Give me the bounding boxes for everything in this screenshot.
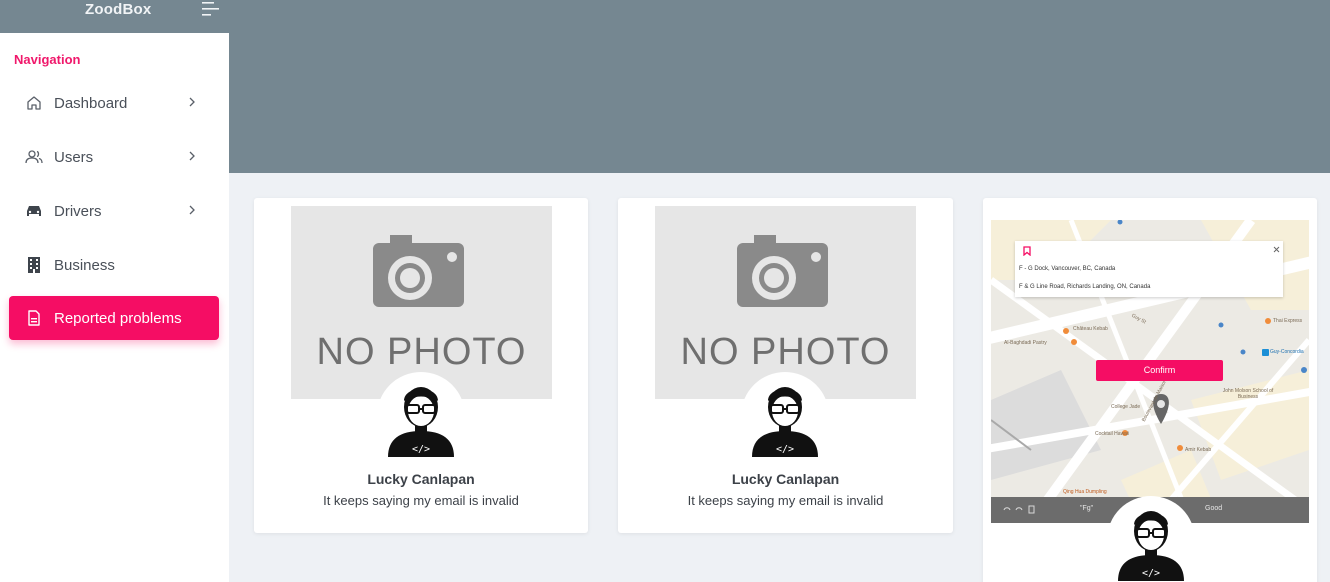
address-from: F - G Dock, Vancouver, BC, Canada (1019, 266, 1116, 272)
svg-text:</>: </> (776, 444, 794, 455)
map-label: Al-Baghdadi Pastry (1004, 340, 1047, 346)
sidebar-item-label: Drivers (54, 202, 102, 220)
sidebar-item-label: Business (54, 256, 115, 274)
camera-icon (373, 235, 464, 307)
camera-icon (737, 235, 828, 307)
toolbar-quote: "Fg" (1080, 505, 1094, 512)
problem-description: It keeps saying my email is invalid (687, 493, 884, 508)
no-photo-text: NO PHOTO (680, 331, 891, 373)
no-photo-placeholder: NO PHOTO (291, 206, 552, 399)
sidebar-item-business[interactable]: Business (9, 243, 219, 287)
avatar: </> (1107, 496, 1195, 582)
problem-card[interactable]: Château Kebab Al-Baghdadi Pastry Guy St … (983, 198, 1317, 582)
header-band (229, 0, 1330, 173)
sidebar-item-dashboard[interactable]: Dashboard (9, 81, 219, 125)
brand-title: ZoodBox (85, 1, 152, 18)
problem-card[interactable]: NO PHOTO </> Lucky Canlapan It keeps say… (254, 198, 588, 533)
developer-avatar-icon: </> (388, 387, 454, 457)
map-label: Cocktail Hawaii (1095, 431, 1130, 437)
sidebar: ZoodBox Navigation Dashboard Users Drive… (0, 0, 229, 582)
sidebar-item-drivers[interactable]: Drivers (9, 189, 219, 233)
sidebar-item-label: Users (54, 148, 94, 166)
menu-toggle-icon[interactable] (200, 1, 220, 17)
map-label: Amir Kebab (1185, 447, 1212, 453)
undo-redo-icon (1003, 505, 1035, 514)
file-icon (25, 309, 43, 327)
no-photo-placeholder: NO PHOTO (655, 206, 916, 399)
reporter-name: Lucky Canlapan (367, 471, 475, 487)
problem-description: It keeps saying my email is invalid (323, 493, 519, 508)
reporter-name: Lucky Canlapan (731, 471, 840, 487)
developer-avatar-icon: </> (752, 387, 818, 457)
nav-heading: Navigation (14, 52, 81, 67)
building-icon (25, 256, 43, 274)
avatar: </> (741, 372, 829, 460)
sidebar-item-label: Dashboard (54, 94, 128, 112)
svg-text:</>: </> (412, 444, 430, 455)
problem-card[interactable]: NO PHOTO </> Lucky Canlapan It keeps say… (618, 198, 953, 533)
chevron-right-icon (189, 97, 195, 107)
confirm-button: Confirm (1096, 360, 1223, 381)
brand-bar: ZoodBox (0, 0, 229, 33)
address-panel: F - G Dock, Vancouver, BC, Canada F & G … (1015, 241, 1283, 297)
sidebar-item-reported-problems[interactable]: Reported problems (9, 296, 219, 340)
avatar: </> (377, 372, 465, 460)
no-photo-text: NO PHOTO (316, 331, 527, 373)
chevron-right-icon (189, 205, 195, 215)
map-label: Guy-Concordia (1270, 349, 1304, 355)
home-icon (25, 94, 43, 112)
address-to: F & G Line Road, Richards Landing, ON, C… (1019, 284, 1151, 290)
map-label: Château Kebab (1073, 326, 1108, 332)
users-icon (25, 148, 43, 166)
car-icon (25, 202, 43, 220)
svg-text:</>: </> (1142, 568, 1160, 579)
sidebar-item-label: Reported problems (54, 309, 182, 327)
map-label: College Jade (1111, 404, 1141, 410)
map-label: Thai Express (1273, 318, 1303, 324)
map-label: John Molson School of Business (1222, 388, 1274, 400)
sidebar-item-users[interactable]: Users (9, 135, 219, 179)
chevron-right-icon (189, 151, 195, 161)
developer-avatar-icon: </> (1118, 511, 1184, 581)
bookmark-icon (1023, 246, 1031, 256)
toolbar-good: Good (1205, 505, 1223, 512)
map-screenshot: Château Kebab Al-Baghdadi Pastry Guy St … (991, 220, 1309, 523)
map-label: Qing Hua Dumpling (1063, 489, 1107, 495)
close-icon[interactable] (1273, 246, 1280, 253)
